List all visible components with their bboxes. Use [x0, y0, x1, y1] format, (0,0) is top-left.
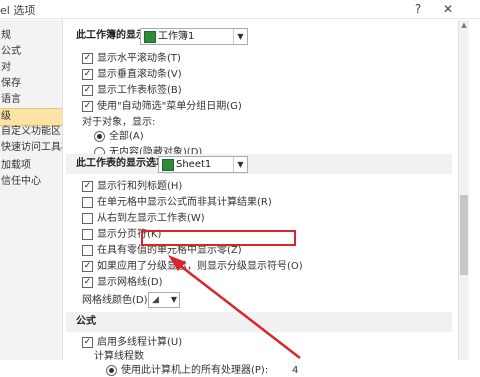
close-icon[interactable]: ✕ [438, 0, 458, 18]
chevron-down-icon: ▼ [233, 157, 247, 172]
worksheet-icon [162, 159, 174, 171]
gridline-color-picker[interactable]: ◢ ▼ [148, 292, 180, 308]
worksheet-select[interactable]: Sheet1 ▼ [158, 156, 248, 173]
workbook-icon [144, 31, 156, 43]
checkbox-show-zero[interactable] [82, 245, 93, 256]
radio-label: 全部(A) [109, 131, 144, 142]
option-label: 显示垂直滚动条(V) [97, 69, 182, 80]
sidebar-item-addins[interactable]: 加载项 [0, 158, 62, 174]
scroll-up-icon[interactable]: ▲ [459, 20, 469, 30]
scrollbar[interactable]: ▲ [458, 20, 469, 360]
sidebar-item-language[interactable]: 语言 [0, 92, 62, 108]
option-label: 使用"自动筛选"菜单分组日期(G) [97, 101, 242, 112]
checkbox-outline-symbols[interactable]: ✓ [82, 261, 93, 272]
sidebar-item-save[interactable]: 保存 [0, 76, 62, 92]
sidebar-item-trust-center[interactable]: 信任中心 [0, 174, 62, 190]
processor-count: 4 [292, 365, 299, 376]
option-label: 显示水平滚动条(T) [97, 53, 181, 64]
formula-section-label: 公式 [76, 316, 96, 327]
window-title: el 选项 [0, 4, 36, 17]
objects-label: 对于对象，显示: [82, 117, 156, 128]
sidebar: 规 公式 对 保存 语言 级 自定义功能区 快速访问工具栏 加载项 信任中心 [0, 20, 63, 360]
option-label: 显示工作表标签(B) [97, 85, 182, 96]
workbook-select-value: 工作簿1 [158, 31, 195, 42]
checkbox-formulas[interactable] [82, 197, 93, 208]
scroll-thumb[interactable] [460, 195, 468, 275]
radio-button[interactable] [106, 365, 117, 376]
option-label: 显示网格线(D) [97, 277, 163, 288]
chevron-down-icon: ▼ [170, 295, 177, 304]
worksheet-select-value: Sheet1 [176, 159, 212, 170]
checkbox-sheet-tabs[interactable]: ✓ [82, 85, 93, 96]
threads-label: 计算线程数 [94, 351, 144, 362]
checkbox-group-dates[interactable]: ✓ [82, 101, 93, 112]
radio-label: 使用此计算机上的所有处理器(P): [121, 365, 269, 376]
sidebar-item-general[interactable]: 规 [0, 28, 62, 44]
checkbox-headers[interactable]: ✓ [82, 181, 93, 192]
radio-button[interactable] [94, 131, 105, 142]
chevron-down-icon: ▼ [233, 29, 247, 44]
sidebar-item-proofing[interactable]: 对 [0, 60, 62, 76]
checkbox-multithread[interactable]: ✓ [82, 337, 93, 348]
worksheet-section-header: 此工作表的显示选项(S): [66, 156, 452, 172]
checkbox-gridlines[interactable]: ✓ [82, 277, 93, 288]
checkbox-vscroll[interactable]: ✓ [82, 69, 93, 80]
option-label: 启用多线程计算(U) [97, 337, 183, 348]
options-content: 此工作簿的显示选项(B): 工作簿1 ▼ ✓ 显示水平滚动条(T) ✓ 显示垂直… [66, 20, 452, 376]
option-label: 从右到左显示工作表(W) [97, 213, 205, 224]
workbook-section-header: 此工作簿的显示选项(B): [66, 28, 452, 44]
checkbox-rtl[interactable] [82, 213, 93, 224]
title-bar: el 选项 ? ✕ [0, 0, 480, 19]
formula-section-header: 公式 [66, 314, 452, 330]
checkbox-hscroll[interactable]: ✓ [82, 53, 93, 64]
workbook-select[interactable]: 工作簿1 ▼ [140, 28, 248, 45]
option-label: 显示行和列标题(H) [97, 181, 183, 192]
sidebar-item-formulas[interactable]: 公式 [0, 44, 62, 60]
option-label: 如果应用了分级显示，则显示分级显示符号(O) [97, 261, 303, 272]
option-label: 在单元格中显示公式而非其计算结果(R) [97, 197, 272, 208]
highlight-box [141, 230, 296, 246]
checkbox-page-breaks[interactable] [82, 229, 93, 240]
gridline-color-label: 网格线颜色(D) [82, 295, 148, 306]
sidebar-item-customize-ribbon[interactable]: 自定义功能区 [0, 124, 62, 140]
paint-bucket-icon: ◢ [152, 295, 159, 305]
help-button[interactable]: ? [408, 0, 428, 18]
sidebar-item-quick-access[interactable]: 快速访问工具栏 [0, 140, 62, 156]
